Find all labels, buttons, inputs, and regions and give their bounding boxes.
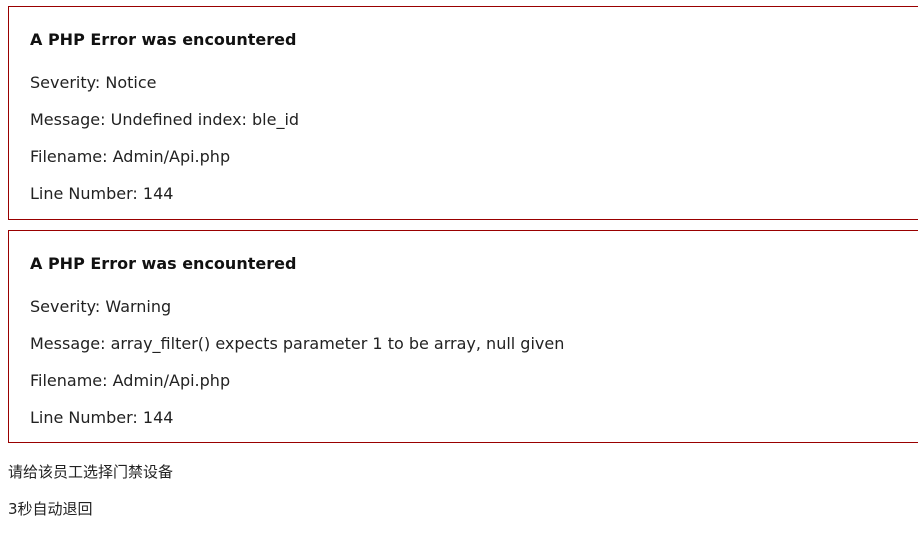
error-line-number: Line Number: 144 <box>30 408 174 427</box>
error-title: A PHP Error was encountered <box>30 254 297 273</box>
select-device-prompt: 请给该员工选择门禁设备 <box>8 463 174 481</box>
error-severity: Severity: Notice <box>30 73 157 92</box>
error-severity: Severity: Warning <box>30 297 172 316</box>
error-filename: Filename: Admin/Api.php <box>30 147 231 166</box>
redirect-countdown: 3秒自动退回 <box>8 500 93 518</box>
error-title: A PHP Error was encountered <box>30 30 297 49</box>
error-line-number: Line Number: 144 <box>30 184 174 203</box>
error-filename: Filename: Admin/Api.php <box>30 371 231 390</box>
php-error-box-warning: A PHP Error was encountered Severity: Wa… <box>8 230 918 443</box>
error-message: Message: array_filter() expects paramete… <box>30 334 565 353</box>
php-error-box-notice: A PHP Error was encountered Severity: No… <box>8 6 918 220</box>
error-message: Message: Undefined index: ble_id <box>30 110 300 129</box>
